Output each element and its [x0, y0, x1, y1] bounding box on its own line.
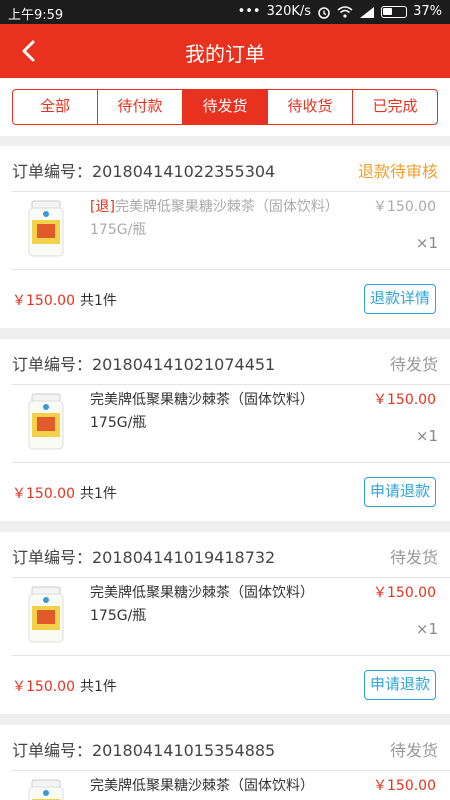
order-header: 订单编号：201804141022355304 退款待审核	[12, 146, 450, 192]
request-refund-button[interactable]: 申请退款	[363, 670, 436, 700]
request-refund-button[interactable]: 申请退款	[363, 477, 436, 507]
order-item[interactable]: 完美牌低聚果糖沙棘茶（固体饮料）175G/瓶 ￥150.00 ×1	[12, 385, 450, 463]
product-price: ￥150.00	[373, 392, 436, 408]
battery-icon	[381, 5, 408, 18]
order-status: 待发货	[389, 548, 438, 567]
order-number: 订单编号：201804141021074451	[12, 355, 276, 374]
status-bar: 上午9:59 ••• 320K/s 37%	[0, 0, 450, 24]
order-item[interactable]: 完美牌低聚果糖沙棘茶（固体饮料）175G/瓶 ￥150.00 ×1	[12, 578, 450, 656]
wifi-icon	[337, 5, 353, 18]
order-tabs-bar: 全部 待付款 待发货 待收货 已完成	[0, 78, 450, 136]
network-speed: 320K/s	[266, 4, 312, 19]
order-item[interactable]: 完美牌低聚果糖沙棘茶（固体饮料）175G/瓶 ￥150.00	[12, 771, 450, 800]
order-status: 待发货	[389, 355, 438, 374]
order-footer: ￥150.00 共1件 退款详情	[12, 270, 450, 328]
product-quantity: ×1	[415, 620, 438, 638]
signal-icon	[360, 6, 375, 18]
order-header: 订单编号：201804141019418732 待发货	[12, 532, 450, 578]
status-icons: ••• 320K/s 37%	[238, 4, 442, 19]
product-image	[28, 779, 64, 800]
refund-tag: [退]	[90, 199, 115, 215]
alarm-icon	[318, 6, 330, 19]
order-footer: ￥150.00 共1件 申请退款	[12, 463, 450, 521]
product-name: 完美牌低聚果糖沙棘茶（固体饮料）175G/瓶	[90, 585, 314, 624]
order-card[interactable]: 订单编号：201804141022355304 退款待审核 [退]完美牌低聚果糖…	[0, 146, 450, 328]
order-header: 订单编号：201804141015354885 待发货	[12, 725, 450, 771]
product-image	[28, 393, 64, 450]
tab-pending-shipment[interactable]: 待发货	[183, 90, 268, 124]
product-price: ￥150.00	[373, 585, 436, 601]
product-image	[28, 200, 64, 257]
order-item[interactable]: [退]完美牌低聚果糖沙棘茶（固体饮料）175G/瓶 ￥150.00 ×1	[12, 192, 450, 270]
order-number: 订单编号：201804141022355304	[12, 162, 276, 181]
order-card[interactable]: 订单编号：201804141021074451 待发货 完美牌低聚果糖沙棘茶（固…	[0, 339, 450, 521]
tab-completed[interactable]: 已完成	[353, 90, 437, 124]
product-name: [退]完美牌低聚果糖沙棘茶（固体饮料）175G/瓶	[90, 196, 340, 242]
page-title: 我的订单	[185, 42, 265, 66]
tab-pending-receipt[interactable]: 待收货	[268, 90, 353, 124]
product-image	[28, 586, 64, 643]
order-card[interactable]: 订单编号：201804141019418732 待发货 完美牌低聚果糖沙棘茶（固…	[0, 532, 450, 714]
product-name: 完美牌低聚果糖沙棘茶（固体饮料）175G/瓶	[90, 392, 314, 431]
product-price: ￥150.00	[373, 778, 436, 794]
product-quantity: ×1	[415, 234, 438, 252]
order-footer: ￥150.00 共1件 申请退款	[12, 656, 450, 714]
product-quantity: ×1	[415, 427, 438, 445]
product-price: ￥150.00	[373, 199, 436, 215]
order-header: 订单编号：201804141021074451 待发货	[12, 339, 450, 385]
tab-pending-payment[interactable]: 待付款	[98, 90, 183, 124]
order-total: ￥150.00	[12, 486, 75, 502]
order-tabs: 全部 待付款 待发货 待收货 已完成	[12, 89, 438, 125]
tab-all[interactable]: 全部	[13, 90, 98, 124]
order-total: ￥150.00	[12, 293, 75, 309]
order-total: ￥150.00	[12, 679, 75, 695]
app-header: 我的订单	[0, 24, 450, 78]
order-item-count: 共1件	[80, 486, 117, 502]
order-item-count: 共1件	[80, 293, 117, 309]
order-card[interactable]: 订单编号：201804141015354885 待发货 完美牌低聚果糖沙棘茶（固…	[0, 725, 450, 800]
product-name: 完美牌低聚果糖沙棘茶（固体饮料）175G/瓶	[90, 778, 314, 794]
more-dots-icon: •••	[237, 4, 261, 19]
status-time: 上午9:59	[8, 8, 64, 23]
order-status: 退款待审核	[357, 162, 438, 181]
battery-level: 37%	[413, 4, 442, 19]
order-item-count: 共1件	[80, 679, 117, 695]
product-name-text: 完美牌低聚果糖沙棘茶（固体饮料）175G/瓶	[90, 199, 339, 238]
order-number: 订单编号：201804141015354885	[12, 741, 276, 760]
order-status: 待发货	[389, 741, 438, 760]
order-number: 订单编号：201804141019418732	[12, 548, 276, 567]
refund-details-button[interactable]: 退款详情	[363, 284, 436, 314]
